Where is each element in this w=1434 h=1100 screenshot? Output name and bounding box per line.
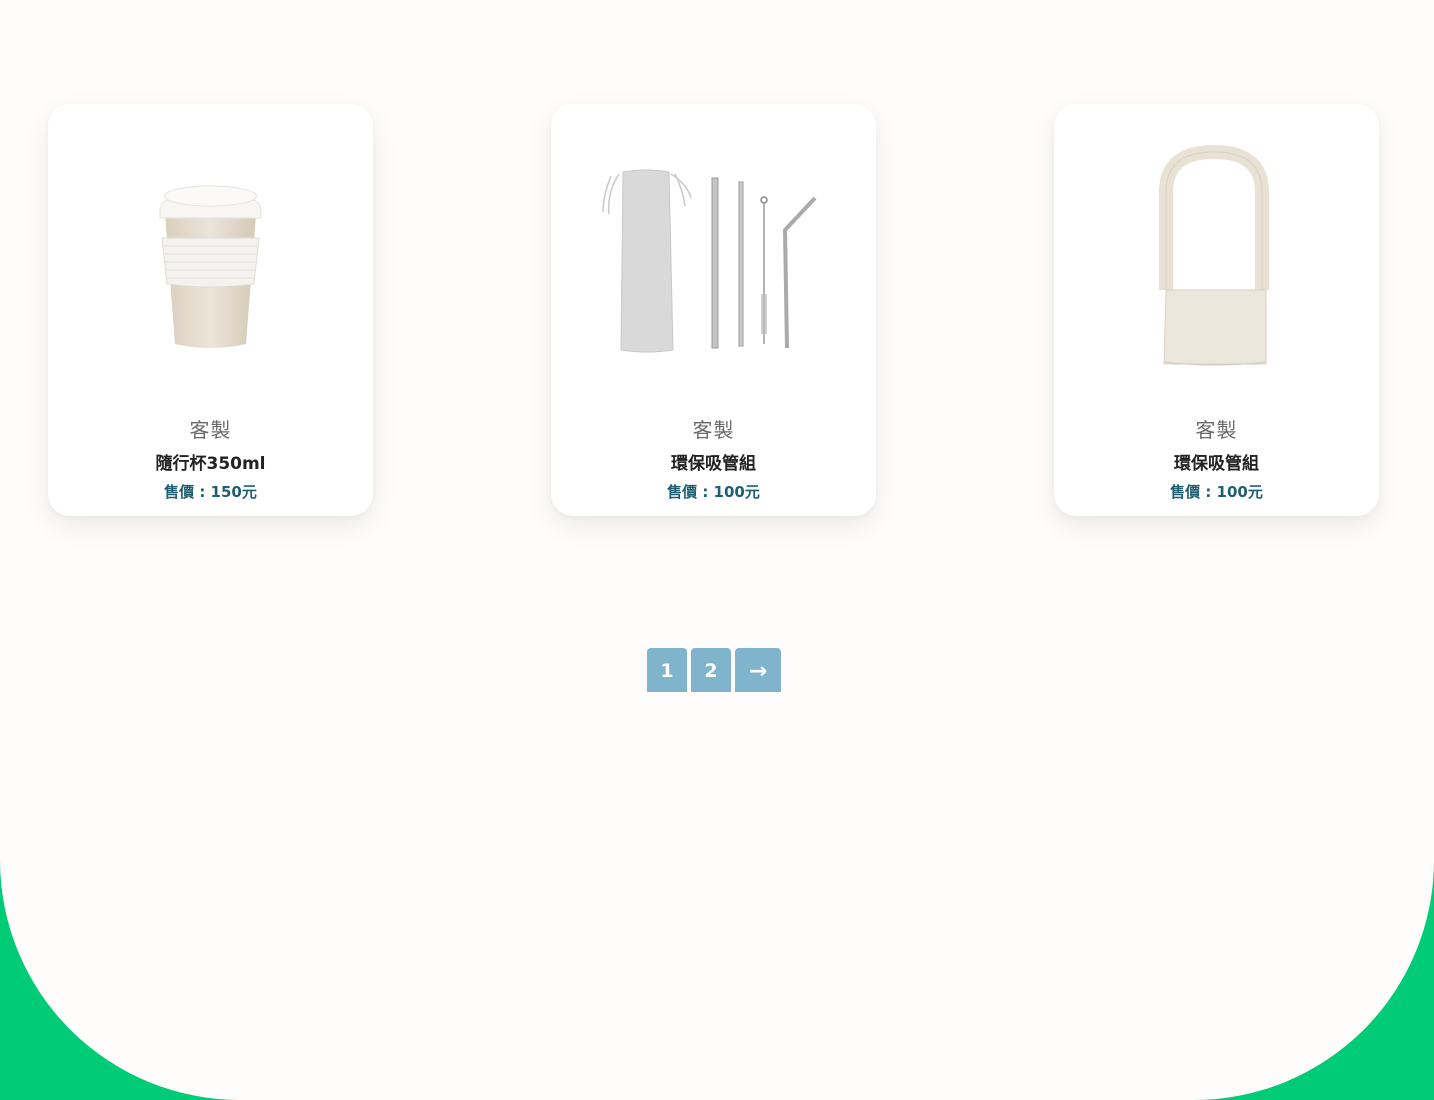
product-category: 客製 [692,418,735,442]
product-name[interactable]: 隨行杯350ml [48,449,373,474]
pagination: 1 2 → [647,648,781,692]
product-category: 客製 [1195,418,1238,442]
product-name[interactable]: 環保吸管組 [1054,449,1379,474]
arrow-right-icon: → [748,658,768,684]
cup-sleeve-bag-image [1054,104,1379,404]
product-price: 售價 : 100元 [1170,483,1263,501]
product-name[interactable]: 環保吸管組 [551,449,876,474]
product-card[interactable]: 客製 環保吸管組 售價 : 100元 [1054,104,1379,516]
next-page-button[interactable]: → [735,648,781,692]
product-price: 售價 : 100元 [667,483,760,501]
page-button-2[interactable]: 2 [691,648,731,692]
straw-set-image [551,104,876,404]
product-card[interactable]: 客製 隨行杯350ml 售價 : 150元 [48,104,373,516]
product-category: 客製 [189,418,232,442]
page-button-1[interactable]: 1 [647,648,687,692]
product-card[interactable]: 客製 環保吸管組 售價 : 100元 [551,104,876,516]
cup-image [48,104,373,404]
product-price: 售價 : 150元 [164,483,257,501]
